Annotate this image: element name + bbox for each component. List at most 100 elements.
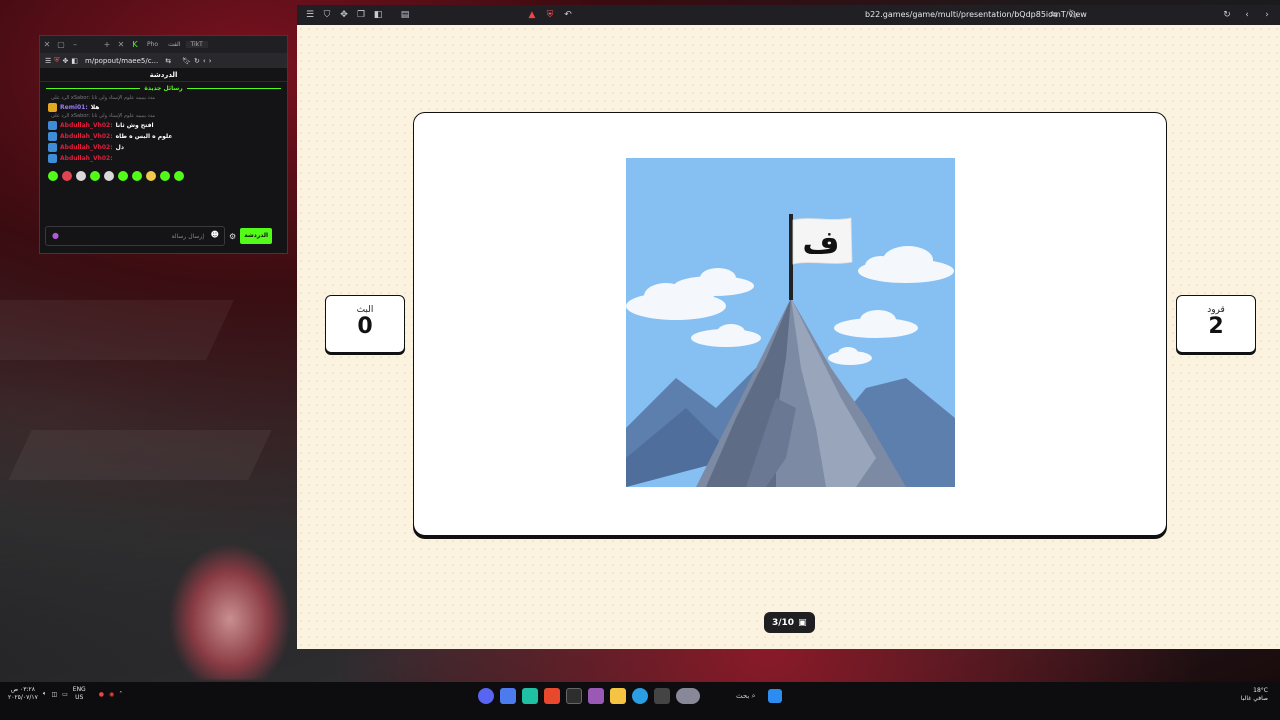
chat-input[interactable]: ● إرسال رسالة ☻ <box>45 226 225 246</box>
chat-messages: الرد على xSabor: مدد بيبيبه علوم الإستاذ… <box>40 95 287 164</box>
shield-icon[interactable]: ⛨ <box>54 56 59 65</box>
chat-send-button[interactable]: الدردشة <box>240 228 273 244</box>
chat-message-text: دل <box>115 144 124 151</box>
forward-icon[interactable]: › <box>1260 8 1274 22</box>
widget-icon[interactable] <box>676 688 700 704</box>
gear-icon[interactable]: ⚙ <box>229 232 236 241</box>
file-explorer-icon[interactable] <box>610 688 626 704</box>
task-view-icon[interactable] <box>654 688 670 704</box>
emote-icon[interactable] <box>132 171 142 181</box>
reload-icon[interactable]: ↻ <box>194 57 200 65</box>
clock-date[interactable]: ٢٠٢٥/٠٧/١٧ <box>8 694 38 702</box>
sidebar-icon[interactable]: ◧ <box>371 8 385 22</box>
question-progress: 3/10 ▣ <box>764 612 815 633</box>
discord-icon[interactable] <box>478 688 494 704</box>
shield-icon[interactable]: ⛉ <box>320 8 334 22</box>
emote-icon[interactable] <box>174 171 184 181</box>
emote-icon[interactable] <box>104 171 114 181</box>
tab-second[interactable]: الفت <box>163 41 185 48</box>
app-blue-icon[interactable] <box>500 688 516 704</box>
weather-temp: 18°C <box>1253 687 1268 694</box>
app-teal-icon[interactable] <box>522 688 538 704</box>
minimize-icon[interactable]: – <box>68 40 82 49</box>
main-browser-window: ☰ ⛉ ✥ ❐ ◧ ▤ ▲ ⛨ ↶ b22.games/game/multi/p… <box>297 5 1280 649</box>
close-icon[interactable]: ✕ <box>40 40 54 49</box>
emote-icon[interactable] <box>48 171 58 181</box>
battery-icon[interactable]: ▭ <box>62 691 68 698</box>
clock-time[interactable]: ٠٣:٢٨ ص <box>8 686 38 694</box>
chat-message-text: علوم ه البس ه طاه <box>115 133 173 140</box>
chat-username[interactable]: Abdullah_Vh02: <box>60 122 113 129</box>
close-tab-icon[interactable]: ✕ <box>114 40 128 49</box>
popout-address-bar[interactable]: m/popout/maee5/c... <box>85 57 158 65</box>
weather-desc: صافي غالبا <box>1240 695 1268 702</box>
emote-icon[interactable] <box>76 171 86 181</box>
network-icon[interactable]: ◫ <box>51 691 57 698</box>
wallpaper-shape <box>0 300 234 360</box>
menu-icon[interactable]: ☰ <box>303 8 317 22</box>
tab-pho[interactable]: Pho <box>142 41 163 48</box>
extensions-icon[interactable]: ✥ <box>337 8 351 22</box>
chat-message: Abdullah_Vh02: <box>48 153 279 164</box>
emote-icon[interactable] <box>146 171 156 181</box>
sidebar-icon[interactable]: ◧ <box>71 57 78 65</box>
right-team-score: قرود 2 <box>1176 295 1256 353</box>
brave-icon[interactable] <box>544 688 560 704</box>
copilot-icon[interactable] <box>588 688 604 704</box>
tab-tiktok[interactable]: TikT <box>185 41 208 48</box>
brave-rewards-icon[interactable]: ▲ <box>525 8 539 22</box>
calendar-icon[interactable] <box>566 688 582 704</box>
progress-text: 3/10 <box>772 617 795 628</box>
share-icon[interactable]: ⇆ <box>165 57 171 65</box>
bookmark-icon[interactable]: 🔖︎ <box>1067 8 1081 22</box>
share-icon[interactable]: ⇆ <box>1047 8 1061 22</box>
left-team-value: 0 <box>357 314 373 339</box>
flag-letter: ف <box>802 223 839 261</box>
emoji-icon[interactable]: ☻ <box>211 230 219 239</box>
brave-shield-icon[interactable]: ⛨ <box>543 8 557 22</box>
chat-username[interactable]: Abdullah_Vh02: <box>60 144 113 151</box>
start-icon[interactable] <box>767 689 782 703</box>
taskbar-search[interactable]: بحث ⌕ <box>736 692 756 701</box>
speaker-icon[interactable]: 🔈︎ <box>43 690 47 698</box>
kick-badge-icon <box>48 143 57 152</box>
mic-icon[interactable]: ● <box>52 231 59 240</box>
back-icon[interactable]: ‹ <box>203 57 206 65</box>
extensions-icon[interactable]: ✥ <box>63 57 69 65</box>
chat-title: الدردشة <box>40 68 287 82</box>
emote-icon[interactable] <box>118 171 128 181</box>
new-tab-icon[interactable]: + <box>100 40 114 49</box>
emote-icon[interactable] <box>90 171 100 181</box>
emote-icon[interactable] <box>62 171 72 181</box>
chat-message: Abdullah_Vh02: دل <box>48 142 279 153</box>
chat-username[interactable]: Abdullah_Vh02: <box>60 133 113 140</box>
tabs-icon[interactable]: ❐ <box>354 8 368 22</box>
weather-widget[interactable]: 18°C صافي غالبا <box>1241 687 1268 703</box>
back-icon[interactable]: ‹ <box>1240 8 1254 22</box>
chat-input-row: ● إرسال رسالة ☻ ⚙ الدردشة <box>45 225 284 247</box>
mic-tray-icon[interactable]: ● <box>99 691 104 698</box>
question-image: ف <box>626 158 955 487</box>
chevron-up-icon[interactable]: ˄ <box>119 691 122 698</box>
game-area: ف البث 0 قرود 2 3/10 ▣ <box>297 25 1280 649</box>
browser-toolbar: ☰ ⛉ ✥ ❐ ◧ ▤ ▲ ⛨ ↶ b22.games/game/multi/p… <box>297 5 1280 25</box>
edge-icon[interactable] <box>632 688 648 704</box>
bookmark-icon[interactable]: 🔖︎ <box>182 57 191 65</box>
wallpaper-shape <box>8 430 272 480</box>
new-messages-divider: رسائل جديدة <box>40 82 287 95</box>
chat-username[interactable]: Abdullah_Vh02: <box>60 155 113 162</box>
maximize-icon[interactable]: ▢ <box>54 40 68 49</box>
forward-icon[interactable]: › <box>209 57 212 65</box>
kick-icon[interactable]: K <box>128 40 142 49</box>
mountain-flag-illustration: ف <box>626 158 955 487</box>
emote-icon[interactable] <box>160 171 170 181</box>
undo-icon[interactable]: ↶ <box>561 8 575 22</box>
left-team-score: البث 0 <box>325 295 405 353</box>
reload-icon[interactable]: ↻ <box>1220 8 1234 22</box>
menu-icon[interactable]: ☰ <box>45 57 51 65</box>
region-label[interactable]: US <box>73 694 86 702</box>
chat-username[interactable]: Remi01: <box>60 104 88 111</box>
reader-icon[interactable]: ▤ <box>398 8 412 22</box>
language-label[interactable]: ENG <box>73 686 86 694</box>
app-tray-icon[interactable]: ◉ <box>109 691 114 698</box>
